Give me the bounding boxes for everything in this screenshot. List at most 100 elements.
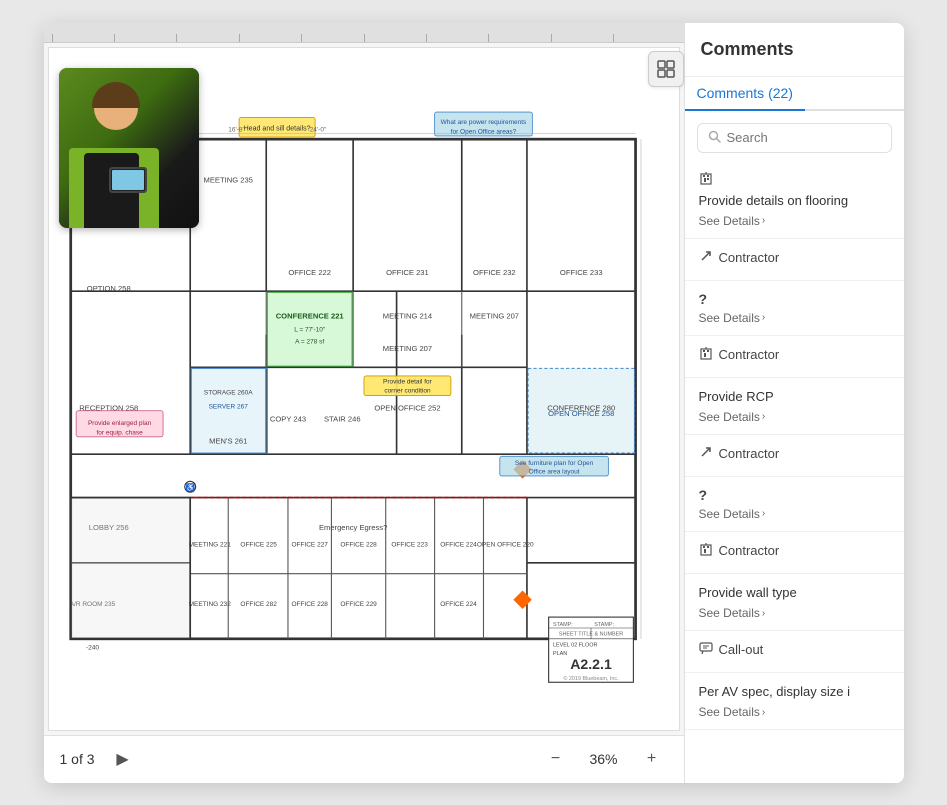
svg-text:MEETING 221: MEETING 221 — [188, 541, 231, 548]
comment-item: ? See Details › — [685, 477, 904, 532]
svg-text:OFFICE 224: OFFICE 224 — [440, 541, 477, 548]
svg-text:STAIR 246: STAIR 246 — [323, 414, 360, 423]
comment-item: Contractor — [685, 239, 904, 281]
svg-text:L = 77'-10": L = 77'-10" — [294, 326, 326, 333]
svg-text:MEETING 207: MEETING 207 — [469, 311, 518, 320]
panel-header: Comments — [685, 23, 904, 77]
see-details-link[interactable]: See Details › — [699, 705, 890, 719]
question-mark: ? — [699, 487, 890, 503]
see-details-link[interactable]: See Details › — [699, 606, 890, 620]
svg-text:for Open Office areas?: for Open Office areas? — [450, 128, 516, 135]
svg-text:MEETING 214: MEETING 214 — [382, 311, 431, 320]
svg-text:♿: ♿ — [185, 483, 195, 492]
comment-author-row — [699, 171, 890, 188]
svg-text:OFFICE 227: OFFICE 227 — [291, 541, 328, 548]
comment-author-row: Contractor — [699, 346, 890, 363]
comment-text: Provide wall type — [699, 584, 890, 602]
page-indicator: 1 of 3 — [60, 751, 95, 767]
comment-item: Provide RCP See Details › — [685, 378, 904, 435]
ruler-mark-1 — [52, 34, 114, 42]
svg-text:MEETING 232: MEETING 232 — [188, 601, 231, 608]
ruler-mark-8 — [488, 34, 550, 42]
ruler-mark-3 — [176, 34, 238, 42]
question-mark: ? — [699, 291, 890, 307]
search-input[interactable] — [727, 130, 881, 145]
grid-icon — [656, 59, 676, 79]
main-container: CONFERENCE 221 L = 77'-10" A = 278 sf OP… — [44, 23, 904, 783]
comment-author-label: Contractor — [719, 250, 780, 265]
comment-text: Provide RCP — [699, 388, 890, 406]
comment-author-row: Contractor — [699, 445, 890, 462]
svg-text:OFFICE 224: OFFICE 224 — [440, 601, 477, 608]
svg-text:Office area layout: Office area layout — [528, 468, 579, 475]
see-details-link[interactable]: See Details › — [699, 410, 890, 424]
zoom-out-button[interactable]: − — [540, 743, 572, 775]
search-icon — [708, 130, 721, 146]
svg-text:OPEN OFFICE 220: OPEN OFFICE 220 — [476, 541, 533, 548]
tab-comments[interactable]: Comments (22) — [685, 77, 805, 111]
comment-item: Provide wall type See Details › — [685, 574, 904, 631]
zoom-in-button[interactable]: + — [636, 743, 668, 775]
svg-text:16'-8": 16'-8" — [228, 126, 245, 133]
comment-author-label: Contractor — [719, 543, 780, 558]
ruler-mark-5 — [301, 34, 363, 42]
svg-text:for equip. chase: for equip. chase — [96, 429, 143, 436]
arrow-diagonal-icon — [699, 445, 713, 462]
svg-text:What are power requirements: What are power requirements — [440, 118, 526, 125]
chevron-right-icon: › — [762, 411, 765, 422]
comment-author-row: Contractor — [699, 249, 890, 266]
ruler-mark-2 — [114, 34, 176, 42]
panel-title: Comments — [701, 39, 888, 60]
svg-text:LEVEL 02 FLOOR: LEVEL 02 FLOOR — [553, 642, 597, 648]
ruler-mark-10 — [613, 34, 675, 42]
svg-text:OPEN OFFICE 252: OPEN OFFICE 252 — [374, 403, 440, 412]
floating-toolbar — [642, 51, 690, 87]
svg-text:OFFICE 231: OFFICE 231 — [386, 267, 429, 276]
svg-text:OFFICE 282: OFFICE 282 — [240, 601, 277, 608]
ruler-mark-7 — [426, 34, 488, 42]
comment-text: Per AV spec, display size i — [699, 683, 890, 701]
play-icon: ▶ — [116, 749, 128, 769]
svg-text:Provide enlarged plan: Provide enlarged plan — [87, 419, 151, 426]
see-details-link[interactable]: See Details › — [699, 311, 890, 325]
comment-author-row: Call-out — [699, 641, 890, 658]
svg-text:corner condition: corner condition — [384, 387, 431, 394]
svg-text:STAMP:: STAMP: — [594, 621, 614, 627]
building-icon — [699, 542, 713, 559]
chevron-right-icon: › — [762, 707, 765, 718]
blueprint-wrapper[interactable]: CONFERENCE 221 L = 77'-10" A = 278 sf OP… — [48, 47, 680, 731]
chevron-right-icon: › — [762, 608, 765, 619]
ruler-marks — [44, 23, 684, 42]
svg-text:© 2019 Bluebeam, Inc.: © 2019 Bluebeam, Inc. — [563, 675, 619, 682]
comment-author-label: Call-out — [719, 642, 764, 657]
ruler-mark-9 — [551, 34, 613, 42]
see-details-link[interactable]: See Details › — [699, 214, 890, 228]
svg-text:COPY 243: COPY 243 — [269, 414, 305, 423]
play-button[interactable]: ▶ — [107, 743, 139, 775]
svg-text:Emergency Egress?: Emergency Egress? — [318, 523, 386, 532]
plus-icon: + — [647, 750, 656, 768]
svg-text:CONFERENCE 221: CONFERENCE 221 — [275, 311, 344, 320]
svg-text:SHEET TITLE & NUMBER: SHEET TITLE & NUMBER — [558, 631, 622, 637]
building-icon — [699, 171, 713, 188]
svg-text:-240: -240 — [85, 644, 98, 651]
comment-author-label: Contractor — [719, 446, 780, 461]
callout-icon — [699, 641, 713, 658]
svg-text:See furniture plan for Open: See furniture plan for Open — [514, 460, 593, 467]
toggle-view-button[interactable] — [648, 51, 684, 87]
see-details-link[interactable]: See Details › — [699, 507, 890, 521]
search-box[interactable] — [697, 123, 892, 153]
chevron-right-icon: › — [762, 508, 765, 519]
comments-list: Provide details on flooring See Details … — [685, 161, 904, 783]
svg-text:CONFERENCE 280: CONFERENCE 280 — [547, 403, 615, 412]
blueprint-canvas: CONFERENCE 221 L = 77'-10" A = 278 sf OP… — [49, 48, 679, 730]
comment-item: Provide details on flooring See Details … — [685, 161, 904, 239]
comment-item: Call-out — [685, 631, 904, 673]
svg-text:A2.2.1: A2.2.1 — [570, 656, 612, 672]
comment-item: ? See Details › — [685, 281, 904, 336]
minus-icon: − — [551, 750, 560, 768]
svg-text:OFFICE 223: OFFICE 223 — [391, 541, 428, 548]
svg-text:OFFICE 228: OFFICE 228 — [340, 541, 377, 548]
arrow-diagonal-icon — [699, 249, 713, 266]
avatar-photo — [59, 68, 199, 228]
